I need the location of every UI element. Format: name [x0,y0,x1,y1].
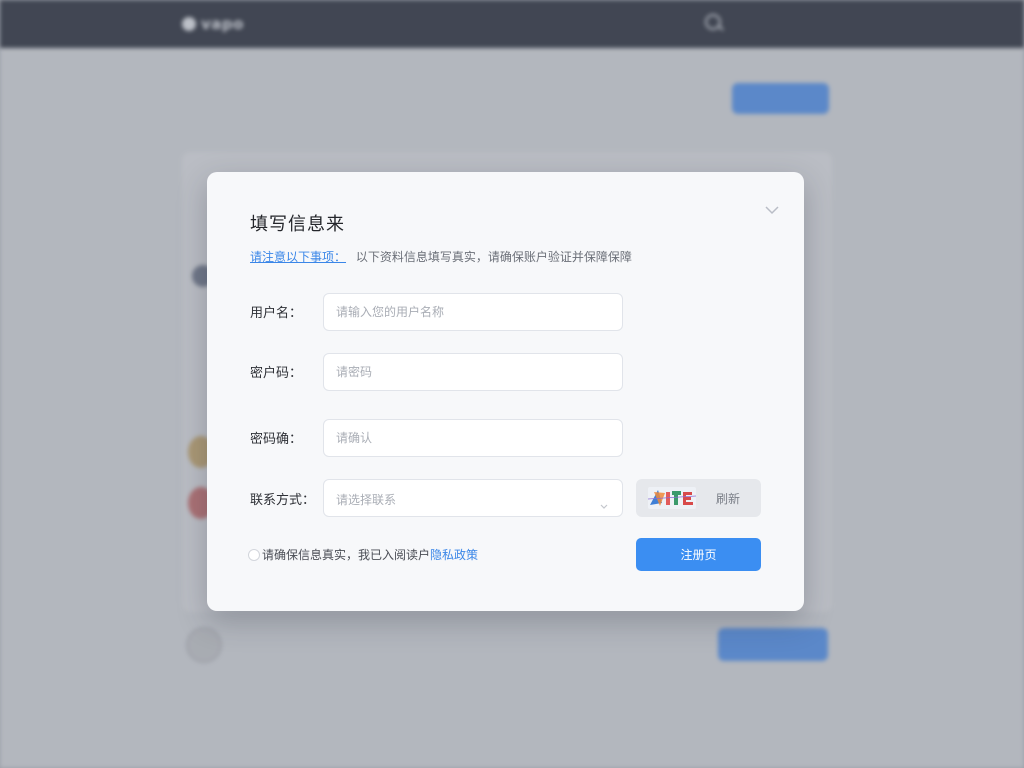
registration-modal: 填写信息来 请注意以下事项： 以下资料信息填写真实，请确保账户验证并保障保障 用… [207,172,804,611]
modal-title: 填写信息来 [250,214,345,235]
notice-link[interactable]: 请注意以下事项： [250,250,346,264]
confirm-password-label: 密码确： [250,432,303,447]
contact-label: 联系方式： [250,493,316,508]
register-button[interactable]: 注册页 [636,538,761,571]
privacy-policy-link[interactable]: 隐私政策 [430,546,478,563]
contact-select[interactable]: 请选择联系 [323,479,623,517]
agreement-row: 请确保信息真实，我已入阅读户 隐私政策 [248,546,478,563]
chevron-down-icon [764,202,780,218]
agreement-text: 请确保信息真实，我已入阅读户 [262,548,431,562]
captcha-image[interactable] [647,487,697,509]
captcha-refresh-label: 刷新 [716,492,741,506]
password-label: 密户码： [250,366,303,381]
captcha-box[interactable]: 刷新 [636,479,761,517]
notice-text: 以下资料信息填写真实，请确保账户验证并保障保障 [355,250,632,264]
confirm-password-input[interactable] [323,419,623,457]
notice-line: 请注意以下事项： 以下资料信息填写真实，请确保账户验证并保障保障 [250,248,632,265]
password-input[interactable] [323,353,623,391]
chevron-down-icon [600,495,608,514]
username-label: 用户名： [250,306,303,321]
username-input[interactable] [323,293,623,331]
captcha-refresh[interactable]: 刷新 [716,490,740,507]
close-button[interactable] [764,202,780,218]
agreement-checkbox[interactable] [248,548,260,561]
contact-select-value: 请选择联系 [336,493,397,507]
